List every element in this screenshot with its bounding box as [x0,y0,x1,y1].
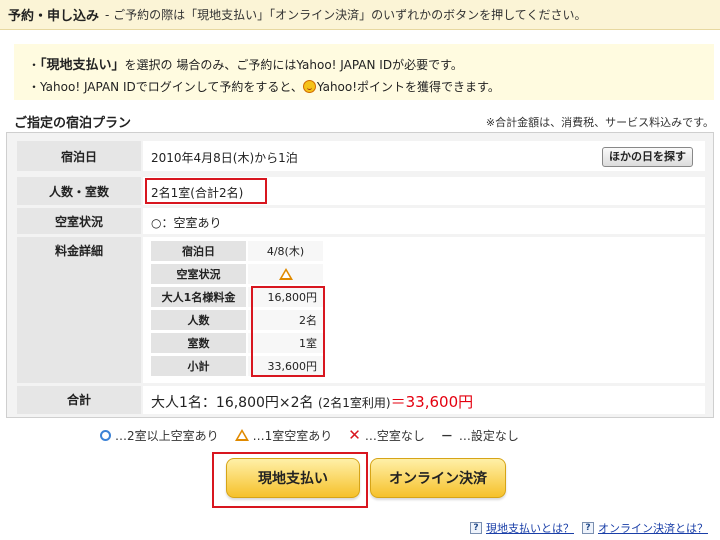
vacancy-legend: …2室以上空室あり …1室空室あり ✕ …空室なし － …設定なし [100,426,535,444]
yahoo-point-icon [302,80,316,93]
search-other-date-button[interactable]: ほかの日を探す [602,147,693,167]
triangle-vacancy-icon [278,268,293,280]
tax-note: ※合計金額は、消費税、サービス料込みです。 [485,116,714,129]
triangle-vacancy-icon [234,429,249,441]
vacancy-value: ○：空室あり [151,216,222,230]
price-highlight [251,286,325,377]
notice-line-1: ・「現地支払い」を選択の 場合のみ、ご予約にはYahoo! JAPAN IDが必… [28,58,463,73]
date-value: 2010年4月8日(木)から1泊 [151,151,298,165]
total-amount: ＝33,600円 [390,393,474,411]
page-subtitle: - ご予約の際は「現地支払い」「オンライン決済」のいずれかのボタンを押してくださ… [105,8,587,22]
local-pay-help-link[interactable]: 現地支払いとは？ [486,520,574,536]
persons-label: 人数・室数 [17,177,141,205]
persons-row: 人数・室数 2名1室(合計2名) [17,177,705,205]
date-row: 宿泊日 2010年4月8日(木)から1泊 ほかの日を探す [17,141,705,171]
cross-icon: ✕ [348,426,361,444]
circle-vacancy-icon [100,429,111,441]
persons-value: 2名1室(合計2名) [151,186,244,200]
vacancy-label: 空室状況 [17,208,141,234]
plan-title: ご指定の宿泊プラン [14,116,132,131]
notice-line-2: ・Yahoo! JAPAN IDでログインして予約をすると、 Yahoo!ポイント… [28,80,500,94]
help-icon: ? [470,522,482,534]
total-value: 大人1名：16,800円×2名 (2名1室利用)＝33,600円 [151,393,474,411]
vacancy-row: 空室状況 ○：空室あり [17,208,705,234]
fee-table-row: 宿泊日 4/8(木) [151,241,323,262]
help-links: ? 現地支払いとは？ ? オンライン決済とは？ [470,520,716,536]
fee-label: 料金詳細 [17,237,141,383]
notice-box: ・「現地支払い」を選択の 場合のみ、ご予約にはYahoo! JAPAN IDが必… [14,44,714,100]
fee-row: 料金詳細 宿泊日 4/8(木) 空室状況 大人1名様料金 16,800円 人数 … [17,237,705,383]
online-pay-help-link[interactable]: オンライン決済とは？ [598,520,708,536]
notice-local-pay-emphasis: 「現地支払い」 [40,58,125,73]
dash-icon: － [440,428,453,443]
total-row: 合計 大人1名：16,800円×2名 (2名1室利用)＝33,600円 [17,386,705,414]
local-pay-button[interactable]: 現地支払い [226,458,360,498]
help-icon: ? [582,522,594,534]
online-pay-button[interactable]: オンライン決済 [370,458,506,498]
date-label: 宿泊日 [17,141,141,171]
total-label: 合計 [17,386,141,414]
page-title: 予約・申し込み [8,9,100,24]
plan-panel: 宿泊日 2010年4月8日(木)から1泊 ほかの日を探す 人数・室数 2名1室(… [6,132,714,418]
header-bar: 予約・申し込み - ご予約の際は「現地支払い」「オンライン決済」のいずれかのボタ… [0,0,720,30]
fee-table-row: 空室状況 [151,264,323,285]
